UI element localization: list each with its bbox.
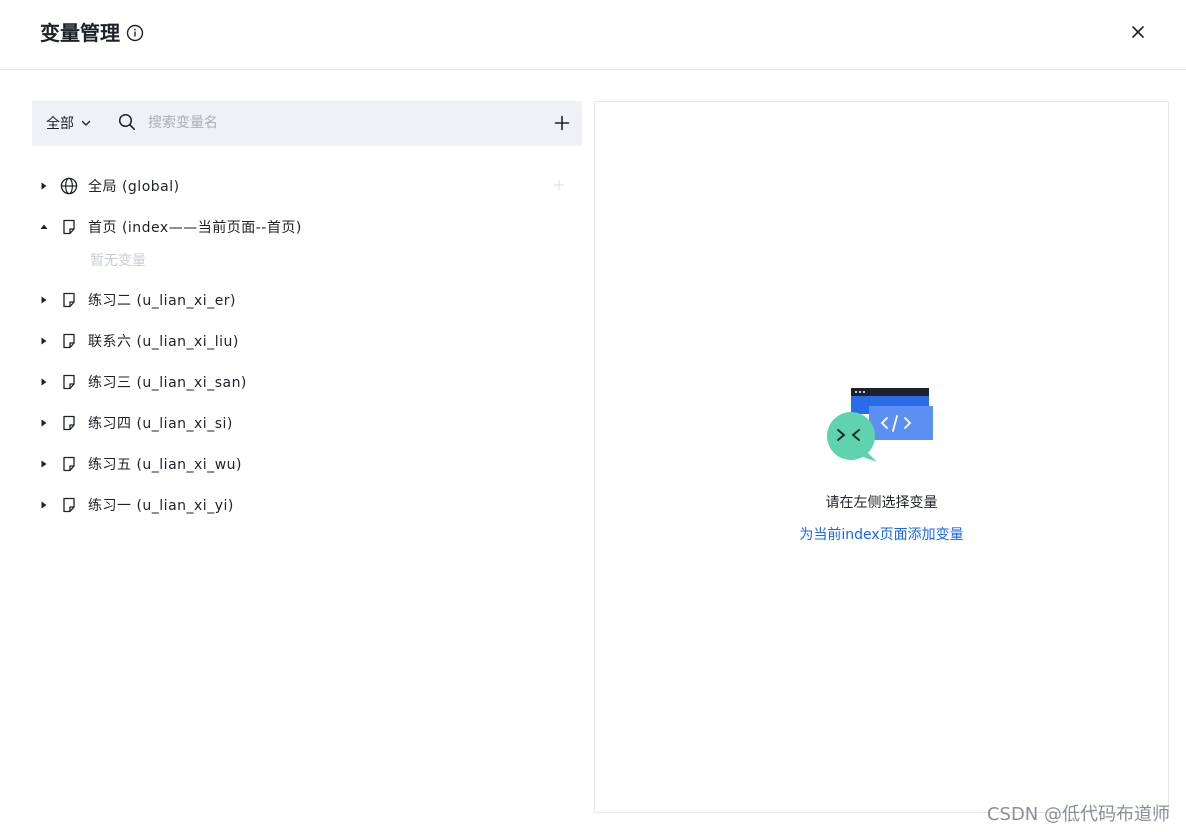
empty-state-illustration [827,388,933,462]
tree-node-label: 练习二 (u_lian_xi_er) [88,292,237,309]
variable-toolbar: 全部 [32,101,582,146]
page-icon [63,415,75,430]
page-icon [63,456,75,471]
caret-right-icon[interactable] [40,501,48,509]
tree-node-u-lian-xi-san[interactable]: 练习三 (u_lian_xi_san) [32,361,582,402]
caret-right-icon[interactable] [40,337,48,345]
watermark: CSDN @低代码布道师 [986,804,1170,825]
page-icon [63,292,75,307]
search-input[interactable] [148,109,528,137]
chevron-down-icon [81,120,91,126]
page-icon [63,497,75,512]
dialog-header: 变量管理 [0,0,1186,70]
caret-up-icon[interactable] [40,223,48,231]
caret-right-icon[interactable] [40,419,48,427]
tree-node-label: 练习三 (u_lian_xi_san) [88,374,247,391]
tree-node-label: 全局 (global) [88,178,180,195]
tree-node-u-lian-xi-si[interactable]: 练习四 (u_lian_xi_si) [32,402,582,443]
caret-right-icon[interactable] [40,182,48,190]
tree-node-label: 练习五 (u_lian_xi_wu) [88,456,242,473]
tree-node-label: 练习一 (u_lian_xi_yi) [88,497,234,514]
add-variable-button[interactable] [552,113,572,133]
variable-detail-panel: 请在左侧选择变量 为当前index页面添加变量 [594,101,1169,813]
caret-right-icon[interactable] [40,296,48,304]
tree-node-label: 练习四 (u_lian_xi_si) [88,415,233,432]
empty-state-hint: 请在左侧选择变量 [825,495,938,511]
globe-icon [60,177,78,194]
tree-node-u-lian-xi-yi[interactable]: 练习一 (u_lian_xi_yi) [32,484,582,525]
dialog-title: 变量管理 [40,21,120,45]
tree-node-u-lian-xi-er[interactable]: 练习二 (u_lian_xi_er) [32,279,582,320]
scope-select[interactable]: 全部 [46,112,92,134]
scope-select-value: 全部 [46,116,74,132]
page-icon [63,219,75,234]
variable-tree: 全局 (global) 首页 (index——当前页面--首页) 暂无变量 练习… [32,165,582,525]
add-page-variable-link[interactable]: 为当前index页面添加变量 [595,524,1168,544]
tree-node-label: 联系六 (u_lian_xi_liu) [88,333,239,350]
search-icon [118,113,135,130]
tree-node-u-lian-xi-wu[interactable]: 练习五 (u_lian_xi_wu) [32,443,582,484]
tree-node-index[interactable]: 首页 (index——当前页面--首页) [32,206,582,247]
info-icon[interactable] [126,24,144,42]
tree-node-label: 首页 (index——当前页面--首页) [88,219,302,236]
tree-node-global[interactable]: 全局 (global) [32,165,582,206]
variable-list-panel: 全部 全局 (global) [32,101,582,801]
tree-node-u-lian-xi-liu[interactable]: 联系六 (u_lian_xi_liu) [32,320,582,361]
plus-icon[interactable] [552,178,566,192]
close-icon[interactable] [1126,20,1150,44]
page-icon [63,333,75,348]
page-icon [63,374,75,389]
empty-variables-text: 暂无变量 [90,253,146,269]
caret-right-icon[interactable] [40,460,48,468]
caret-right-icon[interactable] [40,378,48,386]
